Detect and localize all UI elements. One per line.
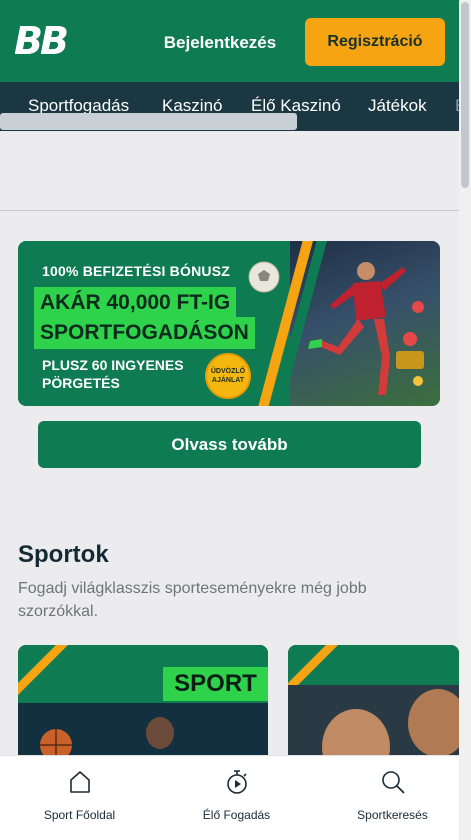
bottom-navigation: Sport Főoldal Élő Fogadás Sportkeresés bbox=[0, 755, 459, 840]
badge-line-1: ÜDVÖZLŐ bbox=[210, 368, 246, 375]
bottom-nav-sport-search[interactable]: Sportkeresés bbox=[316, 756, 469, 840]
banner-bonus-text: 100% BEFIZETÉSI BÓNUSZ bbox=[42, 263, 230, 279]
register-button[interactable]: Regisztráció bbox=[305, 18, 445, 66]
page-scrollbar-thumb[interactable] bbox=[461, 2, 469, 188]
top-header: BB Bejelentkezés Regisztráció bbox=[0, 0, 459, 82]
banner-headline-1: AKÁR 40,000 FT-IG bbox=[34, 287, 237, 319]
nav-horizontal-scrollbar[interactable] bbox=[0, 113, 297, 130]
promo-banner[interactable]: 100% BEFIZETÉSI BÓNUSZ AKÁR 40,000 FT-IG… bbox=[18, 241, 440, 406]
login-button[interactable]: Bejelentkezés bbox=[152, 22, 288, 64]
bottom-nav-sport-home[interactable]: Sport Főoldal bbox=[3, 756, 156, 840]
divider bbox=[0, 210, 459, 211]
banner-free-spins-text: PLUSZ 60 INGYENES PÖRGETÉS bbox=[42, 357, 184, 391]
brand-logo[interactable]: BB bbox=[14, 22, 82, 60]
section-description: Fogadj világklasszis sporteseményekre mé… bbox=[18, 580, 367, 620]
card-stripe bbox=[18, 645, 68, 695]
page-scrollbar[interactable] bbox=[459, 0, 471, 840]
welcome-offer-badge: ÜDVÖZLŐ AJÁNLAT bbox=[205, 353, 251, 399]
bottom-nav-label: Sportkeresés bbox=[357, 808, 428, 822]
svg-text:BB: BB bbox=[14, 22, 67, 60]
badge-line-2: AJÁNLAT bbox=[211, 377, 245, 384]
banner-headline-2: SPORTFOGADÁSON bbox=[34, 317, 255, 349]
search-icon bbox=[381, 771, 405, 794]
home-icon bbox=[69, 771, 90, 793]
nav-item-games[interactable]: Játékok bbox=[368, 96, 427, 116]
bottom-nav-label: Sport Főoldal bbox=[43, 808, 116, 822]
section-title: Sportok bbox=[18, 541, 109, 568]
football-player-image bbox=[308, 262, 424, 395]
bottom-nav-label: Élő Fogadás bbox=[202, 808, 271, 822]
sport-card-label: SPORT bbox=[163, 667, 268, 701]
football-icon bbox=[248, 261, 280, 293]
stopwatch-icon bbox=[226, 770, 247, 794]
read-more-button[interactable]: Olvass tovább bbox=[38, 421, 421, 468]
bottom-nav-live-betting[interactable]: Élő Fogadás bbox=[160, 756, 313, 840]
